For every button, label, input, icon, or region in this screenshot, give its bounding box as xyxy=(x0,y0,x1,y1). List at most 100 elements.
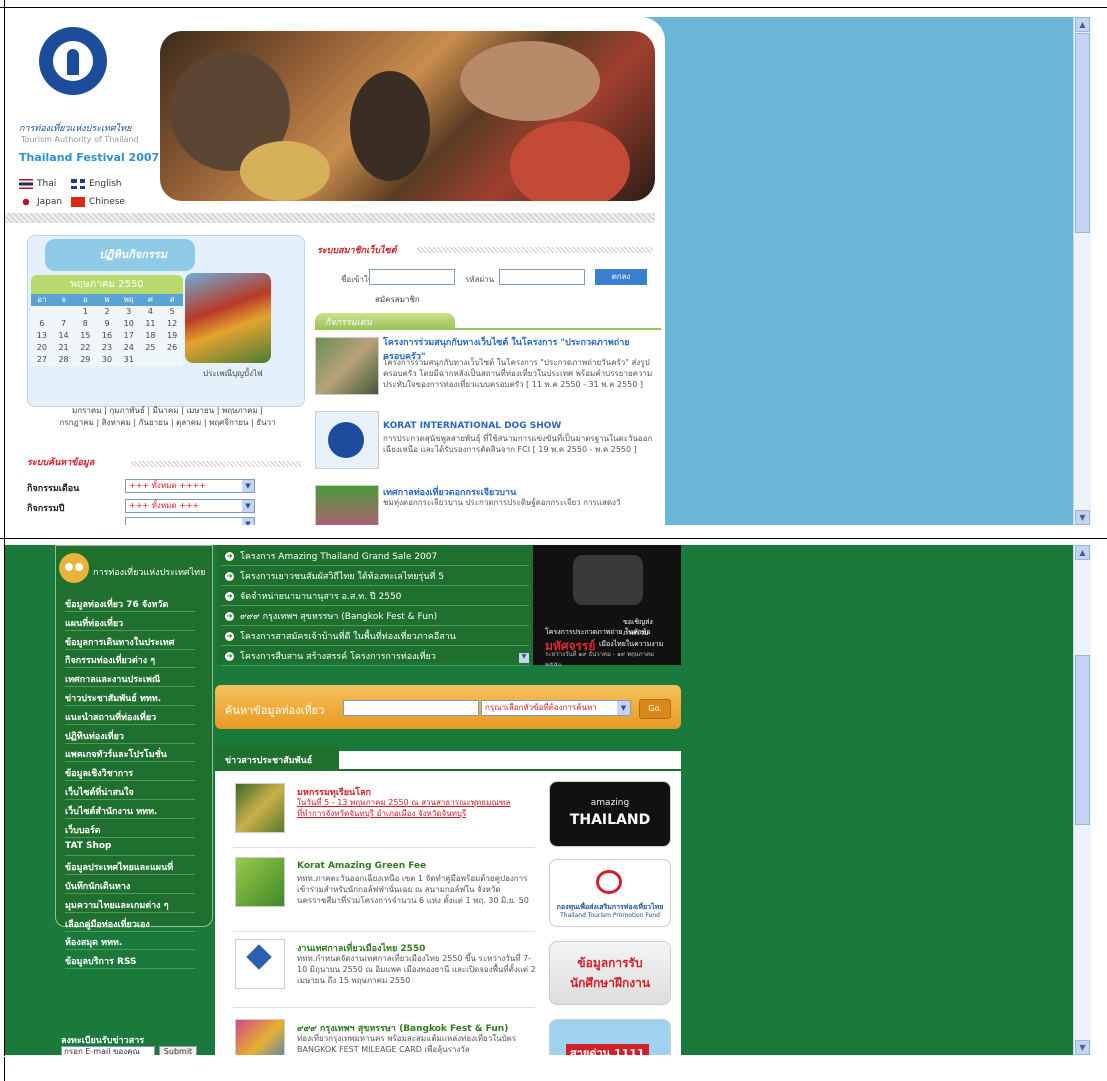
scroll-down-icon[interactable]: ▼ xyxy=(1075,1040,1090,1055)
sidebar-item[interactable]: กิจกรรมท่องเที่ยวต่าง ๆ xyxy=(65,653,155,667)
calendar-day[interactable]: 3 xyxy=(117,306,140,318)
chevron-down-icon[interactable]: ▼ xyxy=(242,500,254,512)
calendar-day[interactable]: 8 xyxy=(74,318,97,330)
sidebar-item[interactable]: เทศกาลและงานประเพณี xyxy=(65,672,160,686)
calendar-day[interactable]: 29 xyxy=(74,354,97,366)
chevron-down-icon[interactable]: ▼ xyxy=(519,653,529,663)
activity-year-select[interactable]: +++ ทั้งหมด +++ ▼ xyxy=(125,499,255,513)
scroll-up-icon[interactable]: ▲ xyxy=(1075,545,1090,560)
sidebar-item[interactable]: TAT Shop xyxy=(65,841,112,851)
press-thumb[interactable] xyxy=(235,939,285,989)
calendar-day[interactable]: 15 xyxy=(74,330,97,342)
lang-japan-link[interactable]: Japan xyxy=(19,197,62,207)
calendar-day[interactable]: 6 xyxy=(31,318,53,330)
calendar-day[interactable]: 30 xyxy=(96,354,118,366)
project-link[interactable]: ➜ โครงการ Amazing Thailand Grand Sale 200… xyxy=(225,549,437,563)
subscribe-button[interactable]: Submit xyxy=(159,1046,197,1055)
press-thumb[interactable] xyxy=(235,857,285,907)
calendar-day[interactable]: 13 xyxy=(31,330,53,342)
calendar-day[interactable]: 19 xyxy=(161,330,183,342)
calendar-day[interactable]: 1 xyxy=(74,306,97,318)
sidebar-item[interactable]: ข้อมูลเชิงวิชาการ xyxy=(65,766,133,780)
sidebar-item[interactable]: เว็บบอร์ด xyxy=(65,823,101,837)
sidebar-item[interactable]: ปฏิทินท่องเที่ยว xyxy=(65,729,124,743)
calendar-day[interactable]: 14 xyxy=(52,330,75,342)
project-link[interactable]: ➜ โครงการเยาวชนสัมผัสวิถีไทย ใต้ท้องทะเลไ… xyxy=(225,569,444,583)
project-link[interactable]: ➜ จัดจำหน่ายนามานานุสาร อ.ส.ท. ปี 2550 xyxy=(225,589,401,603)
calendar-day[interactable]: 24 xyxy=(117,342,140,354)
sidebar-item[interactable]: ข้อมูลบริการ RSS xyxy=(65,954,137,968)
sidebar-item[interactable]: เว็บไซต์สำนักงาน ททท. xyxy=(65,804,157,818)
scroll-up-icon[interactable]: ▲ xyxy=(1075,17,1090,32)
calendar-day[interactable]: 11 xyxy=(139,318,162,330)
amazing-thailand-ad[interactable]: amazing THAILAND xyxy=(549,781,671,847)
sidebar-item[interactable]: ข่าวประชาสัมพันธ์ ททท. xyxy=(65,691,161,705)
chevron-down-icon[interactable]: ▼ xyxy=(242,518,254,525)
chevron-down-icon[interactable]: ▼ xyxy=(617,701,630,715)
scrollbar-top[interactable]: ▲ ▼ xyxy=(1073,17,1091,525)
lang-chinese-link[interactable]: Chinese xyxy=(71,197,125,207)
calendar-day[interactable]: 31 xyxy=(117,354,140,366)
calendar-day[interactable]: 4 xyxy=(139,306,162,318)
sidebar-item[interactable]: ข้อมูลการเดินทางในประเทศ xyxy=(65,635,174,649)
project-link[interactable]: ➜ ๙๙๙ กรุงเทพฯ สุขหรรษา (Bangkok Fest & F… xyxy=(225,609,437,623)
calendar-day[interactable]: 5 xyxy=(161,306,183,318)
month-links[interactable]: มกราคม | กุมภาพันธ์ | มีนาคม | เมษายน | … xyxy=(35,405,300,429)
sidebar-item[interactable]: เว็บไซต์ที่น่าสนใจ xyxy=(65,785,134,799)
sidebar-item[interactable]: แนะนำสถานที่ท่องเที่ยว xyxy=(65,710,156,724)
internship-ad[interactable]: ข้อมูลการรับ นักศึกษาฝึกงาน xyxy=(549,941,671,1005)
project-link[interactable]: ➜ โครงการสาสมัครเจ้าบ้านที่ดี ในพื้นที่ท่… xyxy=(225,629,456,643)
calendar-day[interactable]: 12 xyxy=(161,318,183,330)
calendar-day[interactable]: 26 xyxy=(161,342,183,354)
calendar-day[interactable]: 18 xyxy=(139,330,162,342)
travel-search-input[interactable] xyxy=(343,700,479,716)
calendar-day[interactable]: 27 xyxy=(31,354,53,366)
calendar-day[interactable]: 22 xyxy=(74,342,97,354)
featured-activities-tab[interactable]: กิจกรรมเด่น xyxy=(315,313,455,329)
press-body[interactable]: ในวันที่ 5 - 13 พฤษภาคม 2550 ณ สวนสาธารณ… xyxy=(297,797,537,819)
project-link[interactable]: ➜ โครงการสืบสาน สร้างสรรค์ โครงการการท่อง… xyxy=(225,649,436,663)
calendar-event-photo[interactable] xyxy=(185,273,271,363)
calendar-day[interactable]: 16 xyxy=(96,330,118,342)
sidebar-item[interactable]: ข้อมูลประเทศไทยและแผนที่ xyxy=(65,860,173,874)
travel-search-go-button[interactable]: Go. xyxy=(639,699,671,719)
press-title[interactable]: Korat Amazing Green Fee xyxy=(297,861,426,871)
hotline-ad[interactable]: สายด่วน 1111 xyxy=(549,1019,671,1055)
chevron-down-icon[interactable]: ▼ xyxy=(242,480,254,492)
lang-thai-link[interactable]: Thai xyxy=(19,179,56,189)
username-input[interactable] xyxy=(369,269,455,285)
calendar-day[interactable]: 20 xyxy=(31,342,53,354)
activity-month-select[interactable]: +++ ทั้งหมด ++++ ▼ xyxy=(125,479,255,493)
sidebar-item[interactable]: แพคเกจทัวร์และโปรโมชั่น xyxy=(65,747,167,761)
activity-thumb[interactable] xyxy=(315,411,379,469)
activity-thumb[interactable] xyxy=(315,337,379,395)
activity-title[interactable]: KORAT INTERNATIONAL DOG SHOW xyxy=(383,421,653,431)
calendar-day[interactable]: 10 xyxy=(117,318,140,330)
press-thumb[interactable] xyxy=(235,1019,285,1055)
calendar-day[interactable]: 28 xyxy=(52,354,75,366)
sidebar-item[interactable]: เลือกคู่มือท่องเที่ยวเอง xyxy=(65,917,150,931)
register-link[interactable]: สมัครสมาชิก xyxy=(375,293,420,306)
calendar-day[interactable]: 17 xyxy=(117,330,140,342)
calendar-day[interactable]: 21 xyxy=(52,342,75,354)
calendar-day[interactable]: 2 xyxy=(96,306,118,318)
press-tab[interactable]: ข่าวสารประชาสัมพันธ์ xyxy=(215,745,339,771)
scrollbar-bottom[interactable]: ▲ ▼ xyxy=(1073,545,1091,1055)
tourism-fund-ad[interactable]: กองทุนเพื่อส่งเสริมการท่องเที่ยวไทย Thai… xyxy=(549,859,671,927)
lang-english-link[interactable]: English xyxy=(71,179,122,189)
sidebar-item[interactable]: มุมความไทยและเกมต่าง ๆ xyxy=(65,898,169,912)
tat-logo-icon[interactable] xyxy=(39,27,107,95)
scroll-thumb[interactable] xyxy=(1075,33,1090,233)
sidebar-item[interactable]: ห้องสมุด ททท. xyxy=(65,935,122,949)
login-button[interactable]: ตกลง xyxy=(595,269,647,285)
scroll-down-icon[interactable]: ▼ xyxy=(1075,510,1090,525)
sidebar-item[interactable]: ข้อมูลท่องเที่ยว 76 จังหวัด xyxy=(65,597,168,611)
travel-search-select[interactable]: กรุณาเลือกหัวข้อที่ต้องการค้นหา ▼ xyxy=(481,700,631,716)
scroll-thumb[interactable] xyxy=(1075,655,1090,825)
sidebar-item[interactable]: แผนที่ท่องเที่ยว xyxy=(65,616,123,630)
subscribe-email-input[interactable]: กรอก E-mail ของคุณ xyxy=(61,1046,155,1055)
calendar-day[interactable]: 9 xyxy=(96,318,118,330)
activity-thumb[interactable] xyxy=(315,485,379,525)
activity-type-select[interactable]: ▼ xyxy=(125,517,255,525)
calendar-day[interactable]: 23 xyxy=(96,342,118,354)
